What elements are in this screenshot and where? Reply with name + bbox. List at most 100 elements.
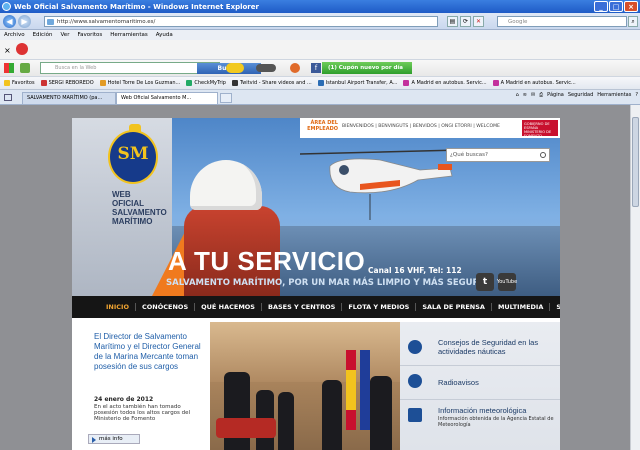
photo-table [216,418,276,438]
minimize-button[interactable]: _ [594,1,608,12]
nav-que-hacemos[interactable]: QUÉ HACEMOS [195,303,262,311]
youtube-icon[interactable]: YouTube [497,273,517,291]
forward-button[interactable]: ▶ [18,15,31,28]
favorite-item[interactable]: Hotel Torre De Los Guzman... [99,80,180,86]
site-search-input[interactable]: ¿Qué buscas? [446,148,550,162]
favorite-item[interactable]: CheckMyTrip [186,80,226,86]
helicopter-image [300,149,460,220]
url-input[interactable]: http://www.salvamentomaritimo.es/ [44,16,438,27]
news-photo[interactable] [210,322,400,450]
tab-bar: SALVAMENTO MARÍTIMO (pa... Web Oficial S… [0,90,640,105]
smiley-icon[interactable] [226,63,244,73]
more-info-button[interactable]: más info [88,434,140,444]
vertical-scrollbar[interactable] [630,105,640,450]
nav-bases-centros[interactable]: BASES Y CENTROS [262,303,343,311]
search-icon[interactable]: ⌕ [628,16,638,27]
windows-icon[interactable] [4,63,14,73]
menu-edicion[interactable]: Edición [33,32,53,38]
facebook-icon[interactable]: f [311,63,321,73]
addon-circle-icon[interactable] [290,63,300,73]
favorite-item-label: A Madrid en autobus. Servic... [411,80,487,86]
home-icon[interactable]: ⌂ [516,92,519,98]
photo-person [278,392,294,450]
maximize-button[interactable]: □ [609,1,623,12]
hero-subslogan: SALVAMENTO MARÍTIMO, POR UN MAR MÁS LIMP… [166,278,487,288]
search-icon[interactable] [540,152,546,158]
quick-link-title: Consejos de Seguridad en las actividades… [438,338,539,356]
favorite-item[interactable]: SERGI REBOREDO [40,80,94,86]
tab-label: SALVAMENTO MARÍTIMO (pa... [27,95,103,101]
addon-icon[interactable] [20,63,30,73]
scrollbar-thumb[interactable] [632,117,639,207]
command-herramientas[interactable]: Herramientas [597,92,631,98]
feeds-icon[interactable]: ≋ [523,92,527,98]
window-title-bar: Web Oficial Salvamento Marítimo - Window… [0,0,640,13]
twitter-icon[interactable]: t [476,273,494,291]
close-button[interactable]: × [624,1,638,12]
site-search-placeholder: ¿Qué buscas? [450,152,488,158]
nav-flota-medios[interactable]: FLOTA Y MEDIOS [342,303,417,311]
area-empleado-link[interactable]: ÁREA DEL EMPLEADO [300,120,338,132]
cupon-button[interactable]: (1) Cupón nuevo por día [322,62,412,74]
search-box[interactable]: Google [497,16,627,27]
menu-ver[interactable]: Ver [60,32,69,38]
nav-seguridad-nautica[interactable]: SEGURIDAD NÁUTICA [550,303,560,311]
nav-conocenos[interactable]: CONÓCENOS [136,303,196,311]
site-name-line: MARÍTIMO [112,217,153,226]
command-seguridad[interactable]: Seguridad [568,92,593,98]
toolbar-logo-icon[interactable] [16,43,28,55]
search-toolbar: Busca en la Web Buscar f (1) Cupón nuevo… [0,60,640,77]
news-title[interactable]: El Director de Salvamento Marítimo y el … [94,332,210,372]
favorite-item-icon [317,80,324,86]
new-tab-button[interactable] [220,93,232,103]
favorites-button[interactable]: Favoritos [4,80,35,86]
back-button[interactable]: ◀ [3,15,16,28]
quick-tabs-icon[interactable] [4,94,12,101]
window-title: Web Oficial Salvamento Marítimo - Window… [14,2,259,11]
helmet-image [190,160,262,210]
favorite-item[interactable]: Twitvid - Share videos and ... [231,80,312,86]
site-name-line: WEB OFICIAL [112,190,144,208]
language-links[interactable]: BIENVENIDOS | BENVINGUTS | BENVIDOS | ON… [342,124,500,129]
photo-person [322,380,342,450]
sm-logo[interactable]: SM [108,124,158,184]
quick-link-radioavisos[interactable]: Radioavisos [400,366,560,400]
quick-link-consejos[interactable]: Consejos de Seguridad en las actividades… [400,332,560,366]
nav-sala-prensa[interactable]: SALA DE PRENSA [416,303,492,311]
eyes-icon[interactable] [256,64,276,72]
favorite-item[interactable]: A Madrid en autobus. Servic... [492,80,576,86]
favorite-item[interactable]: A Madrid en autobus. Servic... [403,80,487,86]
top-strip: ÁREA DEL EMPLEADO BIENVENIDOS | BENVINGU… [300,118,560,138]
tab-salvamento-1[interactable]: SALVAMENTO MARÍTIMO (pa... [22,92,116,104]
favorites-label: Favoritos [12,80,35,86]
window-controls: _ □ × [594,1,638,12]
toolbar-search-input[interactable]: Busca en la Web Buscar [40,62,261,74]
quick-link-meteo[interactable]: Información meteorológica Información ob… [400,400,560,434]
favorite-item-label: SERGI REBOREDO [48,80,94,86]
compat-view-button[interactable]: ▤ [447,16,458,27]
stop-button[interactable]: ✕ [473,16,484,27]
help-icon[interactable]: ? [635,92,638,98]
gobierno-logo[interactable]: GOBIERNO DE ESPAÑA MINISTERIO DE FOMENTO [522,120,558,138]
address-bar-row: ◀ ▶ http://www.salvamentomaritimo.es/ ▤ … [0,13,640,30]
command-pagina[interactable]: Página [547,92,564,98]
menu-ayuda[interactable]: Ayuda [156,32,173,38]
refresh-button[interactable]: ⟳ [460,16,471,27]
menu-bar: Archivo Edición Ver Favoritos Herramient… [0,30,640,40]
favorite-item-icon [40,80,47,86]
close-toolbar-icon[interactable]: × [4,46,11,55]
toolbar-search-placeholder: Busca en la Web [55,65,97,71]
command-bar: ⌂ ≋ ✉ ⎙ Página Seguridad Herramientas ? [516,92,638,98]
tab-salvamento-2[interactable]: Web Oficial Salvamento M... [116,92,218,104]
menu-herramientas[interactable]: Herramientas [110,32,147,38]
favorites-bar: Favoritos SERGI REBOREDO Hotel Torre De … [0,77,640,90]
mail-icon[interactable]: ✉ [531,92,535,98]
nav-inicio[interactable]: INICIO [100,303,136,311]
nav-multimedia[interactable]: MULTIMEDIA [492,303,551,311]
menu-favoritos[interactable]: Favoritos [77,32,102,38]
print-icon[interactable]: ⎙ [539,92,543,98]
favorite-item-label: Istanbul Airport Transfer, A... [325,80,398,86]
menu-archivo[interactable]: Archivo [4,32,25,38]
ie-icon [2,2,11,11]
favorite-item[interactable]: Istanbul Airport Transfer, A... [317,80,398,86]
